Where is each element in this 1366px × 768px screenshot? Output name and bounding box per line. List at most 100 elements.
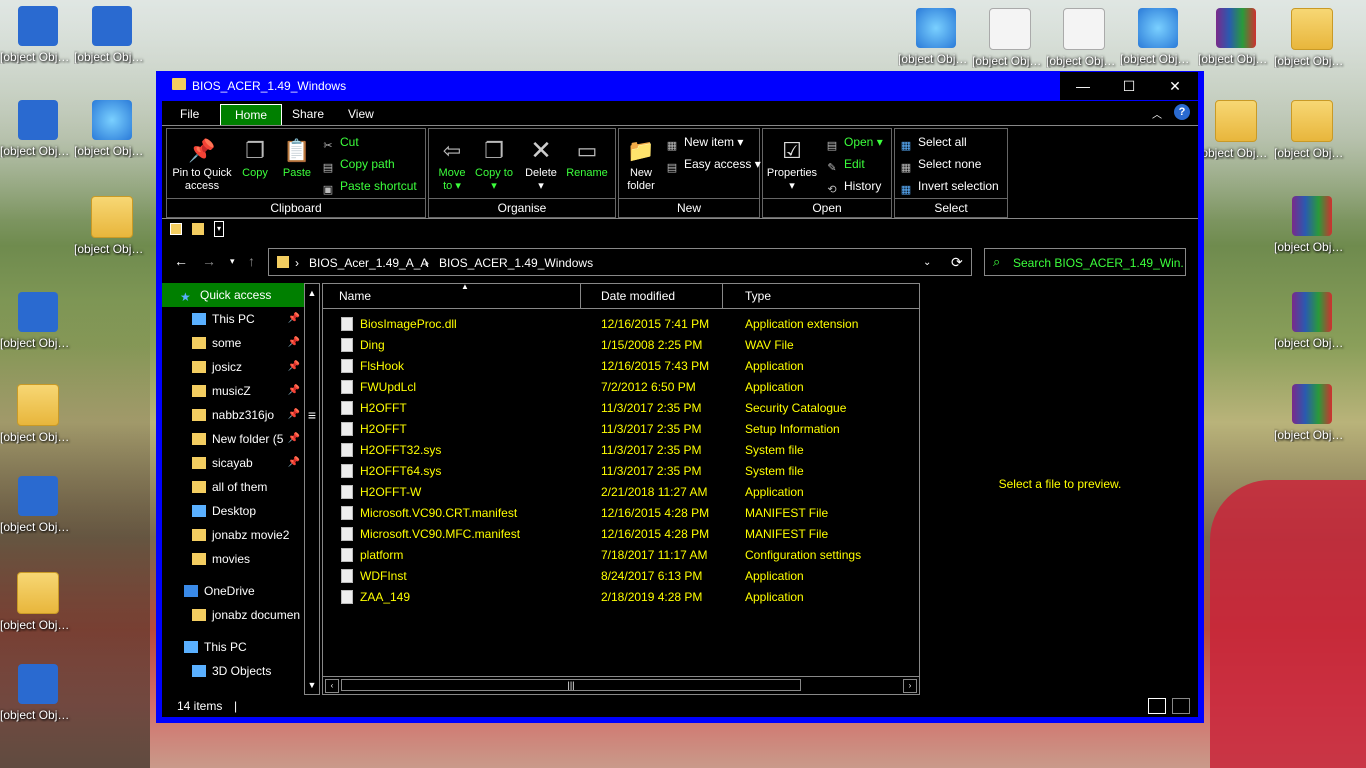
nav-item[interactable]: This PC 📌 <box>162 307 304 331</box>
pin-icon[interactable]: 📌 <box>288 379 300 403</box>
table-row[interactable]: FWUpdLcl 7/2/2012 6:50 PM Application <box>323 377 919 398</box>
scroll-thumb[interactable]: ||| <box>341 679 801 691</box>
desktop-icon[interactable]: [object Object] <box>0 476 76 534</box>
scroll-right-icon[interactable]: › <box>903 679 917 693</box>
new-folder-button[interactable]: 📁 New folder <box>621 135 661 193</box>
chevron-right-icon[interactable]: › <box>425 256 429 270</box>
nav-item[interactable]: ★ Quick access <box>162 283 304 307</box>
paste-shortcut-button[interactable]: ▣ Paste shortcut <box>321 179 417 197</box>
nav-item[interactable]: some 📌 <box>162 331 304 355</box>
table-row[interactable]: FlsHook 12/16/2015 7:43 PM Application <box>323 356 919 377</box>
desktop-icon[interactable]: [object Object] <box>0 6 76 64</box>
large-icons-view-icon[interactable] <box>1172 698 1190 714</box>
recent-locations-icon[interactable]: ▾ <box>230 256 235 267</box>
table-row[interactable]: H2OFFT32.sys 11/3/2017 2:35 PM System file <box>323 440 919 461</box>
details-view-icon[interactable] <box>1148 698 1166 714</box>
help-icon[interactable]: ? <box>1174 104 1190 120</box>
search-box[interactable]: ⌕ <box>984 248 1186 276</box>
nav-item[interactable]: movies <box>162 547 304 571</box>
desktop-icon[interactable]: [object Object] <box>1120 8 1196 66</box>
breadcrumb-item[interactable]: BIOS_ACER_1.49_Windows <box>439 256 593 270</box>
desktop-icon[interactable]: [object Object] <box>0 572 76 632</box>
easy-access-button[interactable]: ▤ Easy access ▾ <box>665 157 761 175</box>
scroll-thumb-grip-icon[interactable]: ≡ <box>306 408 318 422</box>
history-button[interactable]: ⟲ History <box>825 179 881 197</box>
table-row[interactable]: H2OFFT 11/3/2017 2:35 PM Setup Information <box>323 419 919 440</box>
column-header-type[interactable]: Type <box>739 284 919 308</box>
desktop-icon[interactable]: [object Object] <box>0 384 76 444</box>
tab-file[interactable]: File <box>166 104 213 124</box>
table-row[interactable]: H2OFFT-W 2/21/2018 11:27 AM Application <box>323 482 919 503</box>
table-row[interactable]: Ding 1/15/2008 2:25 PM WAV File <box>323 335 919 356</box>
desktop-icon[interactable]: [object Object] <box>972 8 1048 68</box>
desktop-icon[interactable]: [object Object] <box>0 664 76 722</box>
desktop-icon[interactable]: [object Object] <box>74 100 150 158</box>
scroll-up-icon[interactable]: ▲ <box>306 286 318 300</box>
address-bar[interactable]: › BIOS_Acer_1.49_A_A › BIOS_ACER_1.49_Wi… <box>268 248 972 276</box>
table-row[interactable]: ZAA_149 2/18/2019 4:28 PM Application <box>323 587 919 608</box>
select-none-button[interactable]: ▦ Select none <box>899 157 982 175</box>
chevron-right-icon[interactable]: › <box>295 256 299 270</box>
tab-home[interactable]: Home <box>220 104 283 125</box>
tab-view[interactable]: View <box>334 104 388 124</box>
refresh-icon[interactable]: ⟳ <box>951 254 963 271</box>
qat-dropdown-icon[interactable]: ▾ <box>214 221 224 237</box>
properties-button[interactable]: ☑ Properties ▾ <box>765 135 819 193</box>
desktop-icon[interactable]: [object Object] <box>1198 8 1274 66</box>
nav-item[interactable]: nabbz316jo 📌 <box>162 403 304 427</box>
copy-button[interactable]: ❐ Copy <box>237 135 273 180</box>
breadcrumb-item[interactable]: BIOS_Acer_1.49_A_A <box>309 256 428 270</box>
column-header-date[interactable]: Date modified <box>595 284 723 308</box>
table-row[interactable]: H2OFFT 11/3/2017 2:35 PM Security Catalogu… <box>323 398 919 419</box>
rename-button[interactable]: ▭ Rename <box>565 135 609 180</box>
scroll-left-icon[interactable]: ‹ <box>325 679 339 693</box>
desktop-icon[interactable]: [object Object] <box>1274 8 1350 68</box>
cut-button[interactable]: ✂ Cut <box>321 135 358 153</box>
desktop-icon[interactable]: [object Object] <box>74 196 150 256</box>
pin-quick-access-button[interactable]: 📌 Pin to Quick access <box>169 135 235 193</box>
invert-selection-button[interactable]: ▦ Invert selection <box>899 179 999 197</box>
edit-button[interactable]: ✎ Edit <box>825 157 864 175</box>
desktop-icon[interactable]: [object Object] <box>1046 8 1122 68</box>
pin-icon[interactable]: 📌 <box>288 403 300 427</box>
pin-icon[interactable]: 📌 <box>288 427 300 451</box>
nav-item[interactable]: New folder (5 📌 <box>162 427 304 451</box>
pin-icon[interactable]: 📌 <box>288 307 300 331</box>
nav-item[interactable]: musicZ 📌 <box>162 379 304 403</box>
pin-icon[interactable]: 📌 <box>288 355 300 379</box>
desktop-icon[interactable]: [object Object] <box>1274 100 1350 160</box>
copy-to-button[interactable]: ❐ Copy to ▾ <box>475 135 513 193</box>
delete-button[interactable]: ✕ Delete ▾ <box>521 135 561 193</box>
back-arrow-icon[interactable]: ← <box>174 253 188 269</box>
forward-arrow-icon[interactable]: → <box>202 253 216 269</box>
new-item-button[interactable]: ▦ New item ▾ <box>665 135 744 153</box>
desktop-icon[interactable]: [object Object] <box>1198 100 1274 160</box>
table-row[interactable]: platform 7/18/2017 11:17 AM Configuration … <box>323 545 919 566</box>
tab-share[interactable]: Share <box>278 104 338 124</box>
table-row[interactable]: WDFInst 8/24/2017 6:13 PM Application <box>323 566 919 587</box>
title-bar[interactable]: BIOS_ACER_1.49_Windows — ☐ ✕ <box>156 71 1204 101</box>
horizontal-scrollbar[interactable]: ‹ ||| › <box>323 676 919 695</box>
select-all-button[interactable]: ▦ Select all <box>899 135 967 153</box>
desktop-icon[interactable]: [object Object] <box>1274 196 1350 254</box>
column-header-name[interactable]: Name <box>333 284 581 308</box>
desktop-icon[interactable]: [object Object] <box>0 292 76 350</box>
scroll-down-icon[interactable]: ▼ <box>306 678 318 692</box>
properties-qat-icon[interactable] <box>170 223 182 235</box>
pin-icon[interactable]: 📌 <box>288 331 300 355</box>
desktop-icon[interactable]: [object Object] <box>0 100 76 158</box>
collapse-ribbon-icon[interactable]: ︿ <box>1152 106 1162 121</box>
nav-item[interactable]: OneDrive <box>162 579 304 603</box>
table-row[interactable]: Microsoft.VC90.CRT.manifest 12/16/2015 4:… <box>323 503 919 524</box>
nav-item[interactable]: jonabz documen <box>162 603 304 627</box>
paste-button[interactable]: 📋 Paste <box>279 135 315 180</box>
table-row[interactable]: H2OFFT64.sys 11/3/2017 2:35 PM System file <box>323 461 919 482</box>
navigation-scrollbar[interactable]: ▲ ≡ ▼ <box>304 283 320 695</box>
nav-item[interactable]: 3D Objects <box>162 659 304 683</box>
table-row[interactable]: Microsoft.VC90.MFC.manifest 12/16/2015 4:… <box>323 524 919 545</box>
close-button[interactable]: ✕ <box>1152 72 1198 100</box>
move-to-button[interactable]: ⇦ Move to ▾ <box>433 135 471 193</box>
address-dropdown-icon[interactable]: ⌄ <box>923 257 931 268</box>
open-button[interactable]: ▤ Open ▾ <box>825 135 883 153</box>
desktop-icon[interactable]: [object Object] <box>74 6 150 64</box>
